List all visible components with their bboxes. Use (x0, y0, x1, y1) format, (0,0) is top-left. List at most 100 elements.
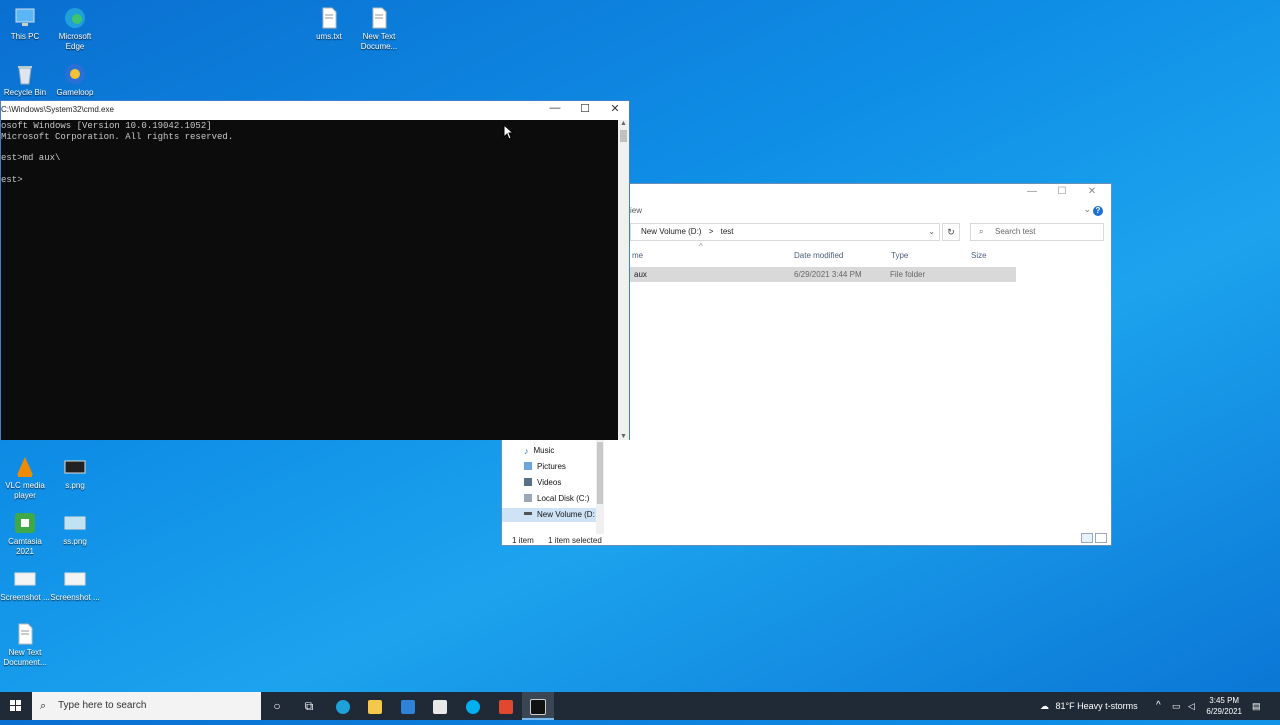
desktop-icon-new-text-document[interactable]: New Text Document... (0, 622, 50, 668)
clock-date: 6/29/2021 (1206, 707, 1242, 716)
desktop-icon-screenshot-1[interactable]: Screenshot ... (0, 567, 50, 603)
large-icons-view-button[interactable] (1095, 533, 1107, 543)
search-input[interactable]: ⌕ Search test (970, 223, 1104, 241)
weather-text: 81°F Heavy t-storms (1055, 701, 1138, 711)
desktop-icon-new-text-doc[interactable]: New Text Docume... (354, 6, 404, 52)
console-line: Microsoft Corporation. All rights reserv… (1, 131, 234, 142)
navigation-pane: ♪ Music Pictures Videos Local Disk (C:) N… (502, 440, 602, 526)
console-prompt: est> (1, 174, 23, 185)
minimize-button[interactable]: — (1017, 186, 1047, 200)
row-name: aux (634, 270, 647, 279)
column-header-date[interactable]: Date modified (794, 251, 843, 260)
nav-item-local-disk[interactable]: Local Disk (C:) (524, 492, 589, 506)
cmd-icon (530, 698, 546, 715)
nav-scrollbar[interactable] (596, 440, 604, 534)
scroll-down-icon[interactable]: ▼ (618, 433, 629, 440)
view-menu-tab[interactable]: iew (630, 206, 642, 215)
nav-item-new-volume[interactable]: New Volume (D: (502, 508, 596, 522)
taskbar-edge[interactable] (327, 692, 359, 720)
console-scroll-thumb[interactable] (620, 130, 627, 142)
gameloop-icon (63, 62, 87, 86)
status-item-count: 1 item (512, 536, 534, 545)
sort-arrow-icon: ^ (699, 242, 703, 251)
image-file-icon (13, 567, 37, 591)
desktop-icon-screenshot-2[interactable]: Screenshot ... (50, 567, 100, 603)
edge-icon (63, 6, 87, 30)
breadcrumb-separator-icon: > (708, 227, 714, 236)
taskbar-store[interactable] (424, 692, 456, 720)
text-file-icon (367, 6, 391, 30)
vlc-icon (13, 455, 37, 479)
taskbar-search-box[interactable]: ⌕ Type here to search (32, 692, 261, 720)
desktop-icon-recycle-bin[interactable]: Recycle Bin (0, 62, 50, 98)
close-button[interactable]: ✕ (600, 102, 630, 115)
image-file-icon (63, 567, 87, 591)
cortana-icon: ○ (273, 699, 281, 713)
search-icon: ⌕ (979, 227, 984, 236)
breadcrumb-new-volume[interactable]: New Volume (D:) (641, 227, 701, 236)
address-bar[interactable]: New Volume (D:) > test ⌄ (630, 223, 940, 241)
show-hidden-icons-button[interactable]: ^ (1156, 692, 1161, 720)
image-file-icon (63, 455, 87, 479)
notifications-icon[interactable]: ▤ (1252, 692, 1261, 720)
folder-icon (368, 699, 382, 714)
search-placeholder: Search test (995, 227, 1036, 236)
console-line: osoft Windows [Version 10.0.19042.1052] (1, 121, 212, 131)
taskbar-skype[interactable] (457, 692, 489, 720)
table-row[interactable]: aux 6/29/2021 3:44 PM File folder (630, 267, 1016, 282)
desktop-icon-s-png[interactable]: s.png (50, 455, 100, 491)
volume-icon[interactable]: ◁ (1188, 692, 1195, 720)
ribbon-expand-icon[interactable]: ⌄ (1083, 204, 1091, 215)
camtasia-icon (499, 699, 513, 714)
column-header-name[interactable]: me (632, 251, 643, 260)
nav-item-pictures[interactable]: Pictures (524, 460, 566, 474)
text-file-icon (13, 622, 37, 646)
drive-icon (524, 512, 532, 515)
desktop-icon-ss-png[interactable]: ss.png (50, 511, 100, 547)
network-icon[interactable]: ▭ (1172, 692, 1181, 720)
details-view-button[interactable] (1081, 533, 1093, 543)
taskbar-mail[interactable] (392, 692, 424, 720)
disk-icon (524, 494, 532, 502)
mouse-cursor-icon (503, 124, 513, 140)
windows-logo-icon (10, 700, 21, 711)
help-icon[interactable]: ? (1093, 206, 1103, 216)
recycle-bin-icon (13, 62, 37, 86)
maximize-button[interactable]: ☐ (570, 102, 600, 115)
start-button[interactable] (0, 692, 32, 720)
desktop-icon-this-pc[interactable]: This PC (0, 6, 50, 42)
console-line: est>md aux\ (1, 153, 61, 164)
taskbar: ⌕ Type here to search ○ ⧉ ☁ 81°F Heavy t… (0, 692, 1280, 720)
nav-item-videos[interactable]: Videos (524, 476, 561, 490)
desktop-icon-vlc[interactable]: VLC media player (0, 455, 50, 501)
column-header-size[interactable]: Size (971, 251, 987, 260)
system-clock[interactable]: 3:45 PM 6/29/2021 (1206, 695, 1242, 717)
taskbar-cmd[interactable] (522, 692, 554, 720)
scroll-up-icon[interactable]: ▲ (618, 120, 629, 127)
edge-icon (336, 699, 350, 714)
address-dropdown-icon[interactable]: ⌄ (928, 224, 935, 240)
minimize-button[interactable]: — (540, 102, 570, 114)
desktop-icon-edge[interactable]: Microsoft Edge (50, 6, 100, 52)
desktop-icon-ums-txt[interactable]: ums.txt (304, 6, 354, 42)
nav-item-music[interactable]: ♪ Music (524, 444, 554, 458)
explorer-window-controls: — ☐ ✕ (1017, 186, 1107, 200)
maximize-button[interactable]: ☐ (1047, 186, 1077, 200)
view-toggle (1081, 533, 1107, 543)
desktop-icon-gameloop[interactable]: Gameloop (50, 62, 100, 98)
status-selected: 1 item selected (548, 536, 602, 545)
console-scrollbar[interactable]: ▲ ▼ (618, 120, 629, 440)
nav-scroll-thumb[interactable] (597, 442, 603, 504)
cortana-button[interactable]: ○ (261, 692, 293, 720)
column-header-type[interactable]: Type (891, 251, 908, 260)
taskbar-file-explorer[interactable] (359, 692, 391, 720)
task-view-button[interactable]: ⧉ (293, 692, 325, 720)
console-output[interactable]: osoft Windows [Version 10.0.19042.1052] … (1, 120, 619, 440)
close-button[interactable]: ✕ (1077, 186, 1107, 200)
weather-widget[interactable]: ☁ 81°F Heavy t-storms (1040, 692, 1138, 720)
taskbar-camtasia[interactable] (490, 692, 522, 720)
refresh-button[interactable]: ↻ (942, 223, 960, 241)
desktop-icon-camtasia[interactable]: Camtasia 2021 (0, 511, 50, 557)
breadcrumb-test[interactable]: test (721, 227, 734, 236)
window-title: C:\Windows\System32\cmd.exe (1, 105, 114, 114)
